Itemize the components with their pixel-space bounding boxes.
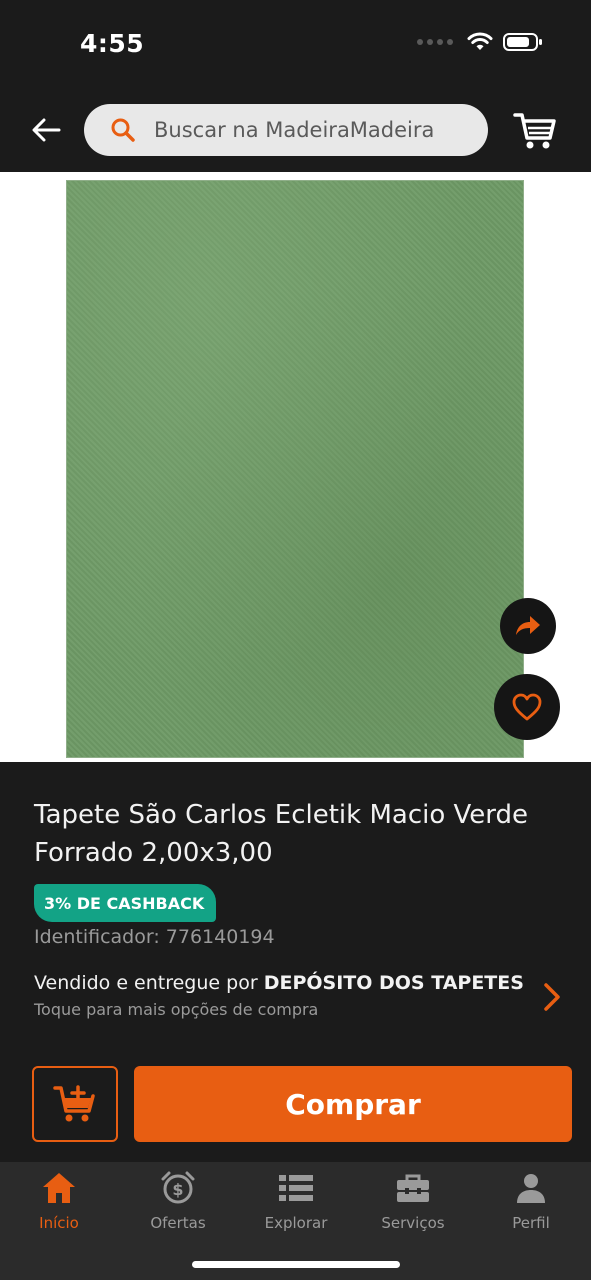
action-bar: Comprar bbox=[0, 1058, 591, 1162]
tab-servicos[interactable]: Serviços bbox=[363, 1170, 463, 1232]
product-image[interactable] bbox=[66, 180, 524, 758]
signal-icon bbox=[417, 39, 453, 45]
favorite-button[interactable] bbox=[494, 674, 560, 740]
tab-ofertas[interactable]: $ Ofertas bbox=[128, 1170, 228, 1232]
seller-line: Vendido e entregue por DEPÓSITO DOS TAPE… bbox=[34, 972, 574, 994]
search-icon bbox=[108, 115, 138, 145]
product-image-area[interactable] bbox=[0, 172, 591, 762]
seller-prefix: Vendido e entregue por bbox=[34, 972, 264, 994]
share-icon bbox=[516, 616, 540, 635]
back-button[interactable] bbox=[26, 110, 66, 150]
share-button[interactable] bbox=[500, 598, 556, 654]
user-icon bbox=[517, 1174, 545, 1203]
tab-label: Perfil bbox=[512, 1214, 550, 1232]
cart-icon bbox=[513, 113, 556, 149]
list-icon bbox=[279, 1175, 313, 1201]
tab-explorar[interactable]: Explorar bbox=[246, 1170, 346, 1232]
home-icon bbox=[43, 1173, 75, 1203]
buy-button[interactable]: Comprar bbox=[134, 1066, 572, 1142]
tab-label: Ofertas bbox=[150, 1214, 206, 1232]
cart-plus-icon bbox=[53, 1085, 95, 1122]
battery-icon bbox=[503, 33, 542, 51]
tab-label: Início bbox=[39, 1214, 79, 1232]
toolbox-icon bbox=[397, 1174, 429, 1202]
cashback-badge: 3% DE CASHBACK bbox=[34, 884, 217, 922]
tab-label: Explorar bbox=[264, 1214, 328, 1232]
product-identifier: Identificador: 776140194 bbox=[34, 926, 275, 948]
home-indicator bbox=[192, 1261, 400, 1268]
product-title: Tapete São Carlos Ecletik Macio Verde Fo… bbox=[34, 800, 529, 868]
alarm-dollar-icon: $ bbox=[161, 1171, 195, 1204]
search-placeholder: Buscar na MadeiraMadeira bbox=[154, 118, 435, 142]
add-to-cart-button[interactable] bbox=[32, 1066, 118, 1142]
arrow-left-icon bbox=[32, 118, 61, 142]
seller-subtitle: Toque para mais opções de compra bbox=[34, 1000, 319, 1019]
svg-text:$: $ bbox=[172, 1180, 183, 1199]
status-time: 4:55 bbox=[80, 29, 145, 58]
tab-perfil[interactable]: Perfil bbox=[481, 1170, 581, 1232]
seller-name: DEPÓSITO DOS TAPETES bbox=[263, 972, 524, 994]
search-input[interactable]: Buscar na MadeiraMadeira bbox=[84, 104, 488, 156]
status-icons bbox=[417, 32, 543, 52]
tab-inicio[interactable]: Início bbox=[9, 1170, 109, 1232]
tab-label: Serviços bbox=[381, 1214, 445, 1232]
top-header: Buscar na MadeiraMadeira bbox=[0, 90, 591, 172]
heart-icon bbox=[512, 693, 542, 721]
cart-button[interactable] bbox=[512, 108, 558, 154]
seller-row[interactable]: Vendido e entregue por DEPÓSITO DOS TAPE… bbox=[34, 972, 574, 1028]
product-info: Tapete São Carlos Ecletik Macio Verde Fo… bbox=[0, 762, 591, 1058]
wifi-icon bbox=[467, 32, 493, 50]
chevron-right-icon bbox=[544, 983, 560, 1011]
status-bar: 4:55 bbox=[0, 0, 591, 90]
